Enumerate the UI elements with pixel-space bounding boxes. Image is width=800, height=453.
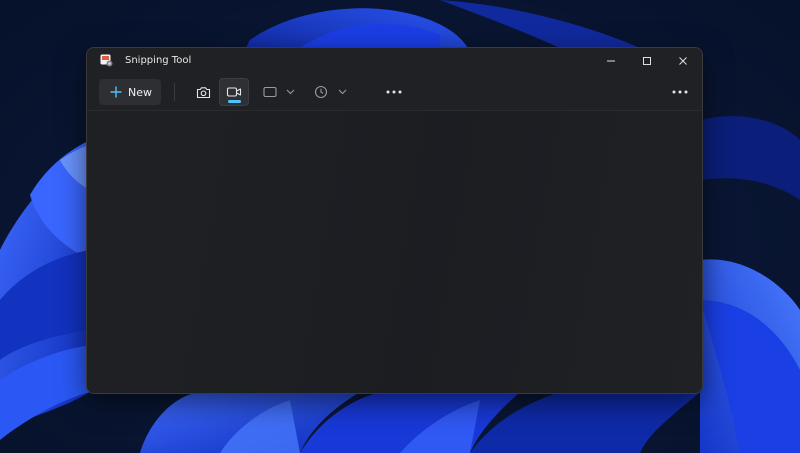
snipping-tool-window: Snipping Tool New (86, 47, 703, 394)
desktop: Snipping Tool New (0, 0, 800, 453)
delay-dropdown[interactable] (311, 81, 351, 103)
close-icon (679, 57, 687, 65)
camera-icon (196, 86, 210, 98)
see-more-button[interactable] (667, 81, 693, 103)
close-button[interactable] (665, 48, 701, 74)
more-horizontal-icon (672, 90, 688, 94)
toolbar: New (87, 74, 702, 111)
snip-mode-button[interactable] (188, 78, 218, 106)
title-bar[interactable]: Snipping Tool (87, 48, 702, 74)
window-title: Snipping Tool (125, 55, 192, 66)
active-mode-indicator (228, 100, 241, 103)
minimize-icon (607, 60, 615, 62)
capture-mode-toggle (188, 78, 249, 106)
toolbar-divider (174, 83, 175, 101)
snip-shape-dropdown[interactable] (259, 81, 299, 103)
capture-options-button[interactable] (381, 81, 407, 103)
new-button-label: New (128, 86, 152, 99)
maximize-button[interactable] (629, 48, 665, 74)
chevron-down-icon (338, 89, 347, 95)
more-horizontal-icon (386, 90, 402, 94)
new-button[interactable]: New (99, 79, 161, 105)
video-camera-icon (226, 87, 242, 97)
record-mode-button[interactable] (219, 78, 249, 106)
capture-canvas (87, 111, 702, 393)
plus-icon (110, 86, 122, 98)
chevron-down-icon (286, 89, 295, 95)
clock-icon (314, 85, 328, 99)
maximize-icon (643, 57, 651, 65)
rectangle-shape-icon (263, 86, 277, 98)
minimize-button[interactable] (593, 48, 629, 74)
snipping-tool-icon (100, 54, 113, 67)
